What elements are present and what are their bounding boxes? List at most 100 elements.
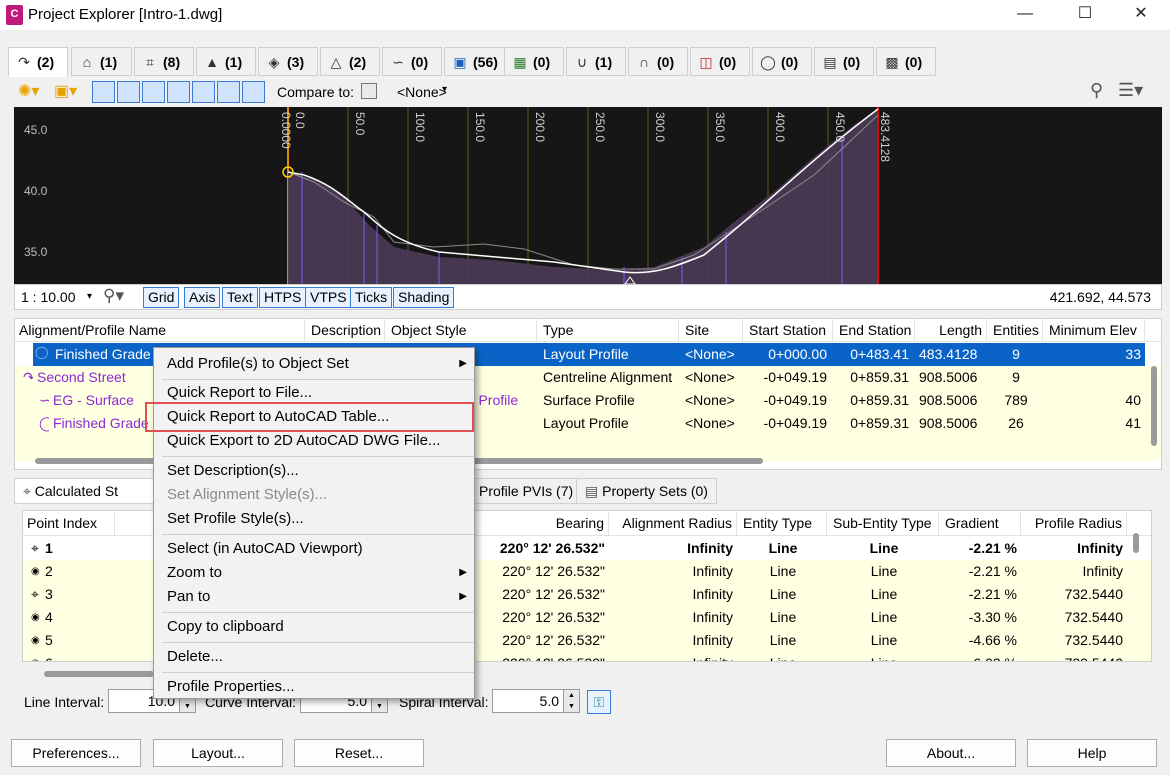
column-header[interactable]: Entity Type: [739, 512, 827, 535]
compare-to-dropdown[interactable]: <None>: [397, 84, 447, 100]
row-entities: 9: [1012, 369, 1020, 385]
preferences-button[interactable]: Preferences...: [11, 739, 141, 767]
row-end-station: 0+483.41: [850, 346, 909, 362]
tab-corridors[interactable]: ▲ (1): [196, 47, 256, 76]
view-options-icon[interactable]: ☰▾: [1118, 80, 1143, 101]
tab-pressure-networks[interactable]: ∩ (0): [628, 47, 688, 76]
tab-sites[interactable]: ⌂ (1): [71, 47, 132, 76]
menu-item-select-in-viewport[interactable]: Select (in AutoCAD Viewport): [167, 538, 363, 560]
tab-parcels[interactable]: ▦ (0): [504, 47, 564, 76]
vtps-toggle[interactable]: VTPS: [305, 287, 352, 308]
spin-down-icon[interactable]: ▼: [179, 701, 195, 712]
column-header[interactable]: Length: [917, 319, 987, 342]
row-type: Layout Profile: [543, 346, 629, 362]
chevron-down-icon[interactable]: ▾: [442, 84, 447, 95]
profile-view-mode-2-icon[interactable]: [117, 81, 140, 103]
tab-profiles[interactable]: ⌗ (8): [134, 47, 194, 76]
menu-item-delete[interactable]: Delete...: [167, 646, 223, 668]
column-header[interactable]: Gradient: [941, 512, 1021, 535]
text-toggle[interactable]: Text: [222, 287, 258, 308]
menu-item-set-description[interactable]: Set Description(s)...: [167, 460, 299, 482]
menu-item-quick-report-file[interactable]: Quick Report to File...: [167, 382, 312, 404]
shading-toggle[interactable]: Shading: [393, 287, 455, 308]
menu-item-quick-export-dwg[interactable]: Quick Export to 2D AutoCAD DWG File...: [167, 430, 440, 452]
vertical-scrollbar[interactable]: [1151, 366, 1157, 446]
row-type: Centreline Alignment: [543, 369, 673, 385]
scale-dropdown[interactable]: 1 : 10.00: [21, 289, 76, 305]
column-header[interactable]: Alignment/Profile Name: [15, 319, 305, 342]
spin-down-icon[interactable]: ▼: [563, 701, 579, 712]
spiral-interval-spinner[interactable]: 5.0 ▲ ▼: [492, 689, 580, 713]
spin-down-icon[interactable]: ▼: [371, 701, 387, 712]
tab-alignments[interactable]: ↷ (2): [8, 47, 68, 77]
bearing: 220° 12' 26.532": [502, 586, 605, 602]
column-header[interactable]: Minimum Elev: [1045, 319, 1145, 342]
tab-pipe-networks[interactable]: ∪ (1): [566, 47, 626, 76]
bearing: 220° 12' 26.532": [502, 632, 605, 648]
profile-view-mode-7-icon[interactable]: [242, 81, 265, 103]
tab-property-sets[interactable]: ▤ Property Sets (0): [576, 478, 717, 504]
menu-item-profile-properties[interactable]: Profile Properties...: [167, 676, 295, 698]
htps-toggle[interactable]: HTPS: [259, 287, 307, 308]
minimize-icon[interactable]: —: [1002, 0, 1048, 30]
alignment-radius: Infinity: [692, 609, 733, 625]
profile-graph-view[interactable]: 45.0 40.0 35.0 0.0000 0.0 50.0 100.0 150…: [14, 107, 1162, 284]
tab-tables[interactable]: ▤ (0): [814, 47, 874, 76]
create-object-set-icon[interactable]: ✺▾: [18, 81, 48, 103]
column-header[interactable]: Profile Radius: [1023, 512, 1127, 535]
horizontal-scrollbar[interactable]: [44, 671, 154, 677]
close-icon[interactable]: ✕: [1118, 0, 1164, 30]
row-end-station: 0+859.31: [850, 369, 909, 385]
profile-view-mode-4-icon[interactable]: [167, 81, 190, 103]
maximize-icon[interactable]: ☐: [1062, 0, 1108, 30]
object-set-menu-icon[interactable]: ▣▾: [54, 81, 84, 103]
chevron-down-icon[interactable]: ▾: [87, 291, 92, 302]
column-header[interactable]: Type: [539, 319, 679, 342]
layout-button[interactable]: Layout...: [153, 739, 283, 767]
column-header[interactable]: Site: [681, 319, 743, 342]
grid-toggle[interactable]: Grid: [143, 287, 180, 308]
profile-view-mode-6-icon[interactable]: [217, 81, 240, 103]
menu-item-set-profile-style[interactable]: Set Profile Style(s)...: [167, 508, 304, 530]
row-name: EG - Surface: [53, 392, 134, 408]
column-header[interactable]: Object Style: [387, 319, 537, 342]
profile-view-mode-5-icon[interactable]: [192, 81, 215, 103]
menu-item-zoom-to[interactable]: Zoom to ▶: [167, 562, 467, 584]
column-header[interactable]: Point Index: [23, 512, 115, 535]
search-icon[interactable]: ⚲: [1090, 80, 1103, 101]
help-button[interactable]: Help: [1027, 739, 1157, 767]
tab-profile-pvis[interactable]: Profile PVIs (7): [470, 478, 583, 504]
axis-toggle[interactable]: Axis: [184, 287, 221, 308]
column-header[interactable]: Description: [307, 319, 385, 342]
vertical-scrollbar[interactable]: [1133, 533, 1139, 553]
row-start-station: -0+049.19: [763, 392, 827, 408]
lock-icon[interactable]: ⚿: [587, 690, 611, 714]
y-axis-label: 45.0: [24, 123, 48, 137]
about-button[interactable]: About...: [886, 739, 1016, 767]
menu-item-copy-to-clipboard[interactable]: Copy to clipboard: [167, 616, 284, 638]
row-site: <None>: [685, 415, 735, 431]
reset-button[interactable]: Reset...: [294, 739, 424, 767]
tab-calculated-stations[interactable]: ⌖ Calculated St: [14, 478, 154, 504]
spin-up-icon[interactable]: ▲: [563, 690, 579, 701]
tab-sample-lines[interactable]: ◯ (0): [752, 47, 812, 76]
column-header[interactable]: Sub-Entity Type: [829, 512, 939, 535]
menu-item-add-to-object-set[interactable]: Add Profile(s) to Object Set ▶: [167, 353, 467, 375]
column-header[interactable]: Entities: [989, 319, 1043, 342]
tab-sections[interactable]: ◫ (0): [690, 47, 750, 76]
tab-surfaces[interactable]: △ (2): [320, 47, 380, 76]
ticks-toggle[interactable]: Ticks: [350, 287, 393, 308]
zoom-icon[interactable]: ⚲▾: [103, 286, 124, 306]
tab-data-shortcuts[interactable]: ▩ (0): [876, 47, 936, 76]
point-index: 5: [45, 632, 53, 648]
menu-item-pan-to[interactable]: Pan to ▶: [167, 586, 467, 608]
tab-points[interactable]: ▣ (56): [444, 47, 508, 76]
tab-feature-lines[interactable]: ∽ (0): [382, 47, 442, 76]
tab-assemblies[interactable]: ◈ (3): [258, 47, 318, 76]
column-header[interactable]: Alignment Radius: [611, 512, 737, 535]
profile-view-mode-1-icon[interactable]: [92, 81, 115, 103]
column-header[interactable]: Start Station: [745, 319, 833, 342]
column-header[interactable]: Bearing: [479, 512, 609, 535]
column-header[interactable]: End Station: [835, 319, 915, 342]
profile-view-mode-3-icon[interactable]: [142, 81, 165, 103]
